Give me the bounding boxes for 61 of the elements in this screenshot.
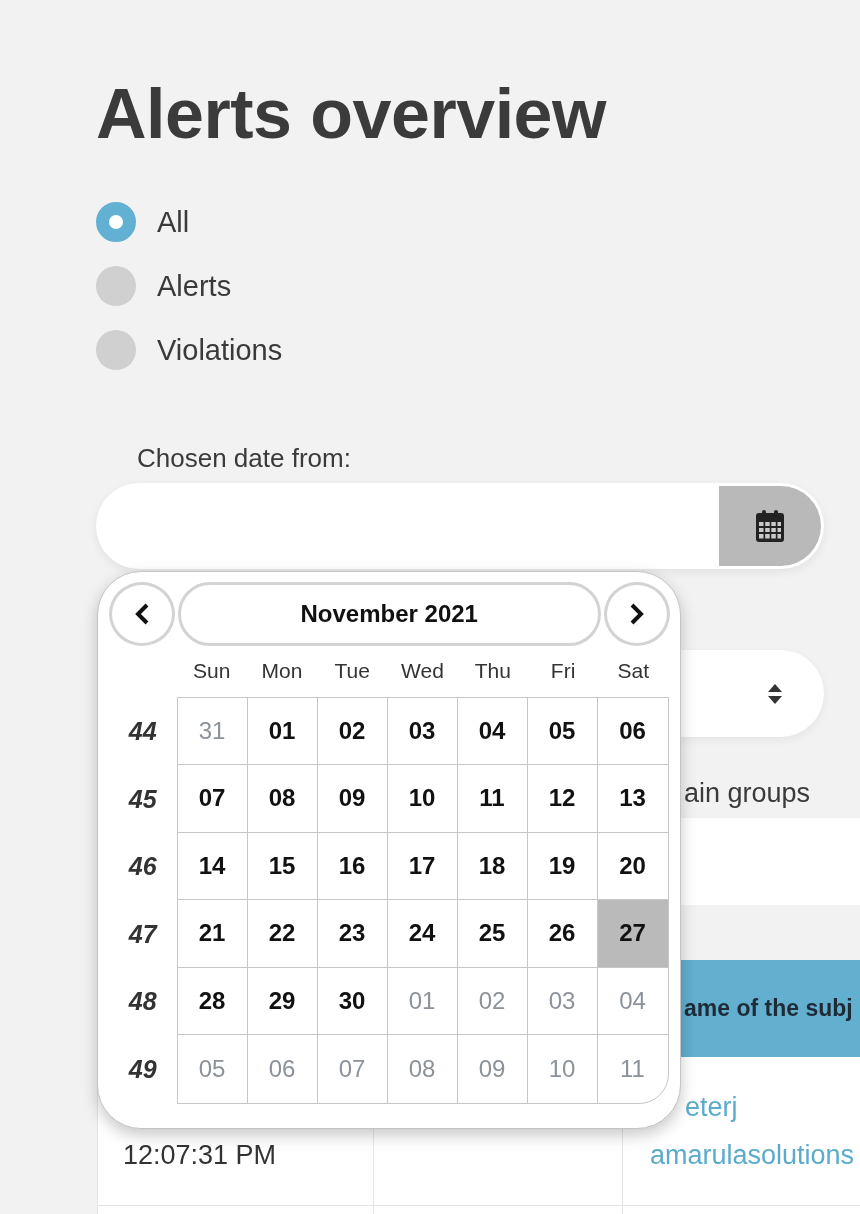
- day-cell[interactable]: 29: [247, 967, 318, 1035]
- week-number: 45: [128, 784, 157, 814]
- day-cell[interactable]: 04: [457, 697, 528, 765]
- weekday-label: Wed: [401, 659, 444, 683]
- select-field[interactable]: [678, 650, 824, 737]
- day-cell[interactable]: 05: [527, 697, 598, 765]
- day-cell[interactable]: 06: [597, 697, 668, 765]
- day-cell[interactable]: 28: [177, 967, 248, 1035]
- radio-option[interactable]: Alerts: [96, 266, 232, 306]
- day-cell[interactable]: 15: [247, 832, 318, 900]
- day-cell[interactable]: 17: [387, 832, 458, 900]
- weekday-label: Fri: [550, 659, 576, 683]
- day-cell[interactable]: 01: [247, 697, 318, 765]
- day-cell[interactable]: 30: [317, 967, 388, 1035]
- day-cell[interactable]: 27: [597, 900, 668, 968]
- day-cell[interactable]: 25: [457, 900, 528, 968]
- day-cell[interactable]: 12: [527, 765, 598, 833]
- day-cell[interactable]: 21: [177, 900, 248, 968]
- day-cell[interactable]: 07: [177, 765, 248, 833]
- week-number: 49: [128, 1054, 157, 1084]
- day-cell[interactable]: 14: [177, 832, 248, 900]
- day-cell[interactable]: 09: [317, 765, 388, 833]
- radio-icon[interactable]: [96, 202, 136, 242]
- sort-icon: [768, 683, 782, 704]
- day-cell[interactable]: 23: [317, 900, 388, 968]
- day-cell[interactable]: 24: [387, 900, 458, 968]
- day-cell[interactable]: 16: [317, 832, 388, 900]
- calendar-button[interactable]: [719, 486, 821, 566]
- field-label: Chosen date from:: [137, 442, 351, 474]
- column-header: ame of the subj: [684, 995, 853, 1022]
- weekday-label: Sat: [617, 659, 650, 683]
- radio-option[interactable]: All: [96, 202, 190, 242]
- week-number: 44: [128, 717, 157, 747]
- day-cell[interactable]: 26: [527, 900, 598, 968]
- day-cell[interactable]: 19: [527, 832, 598, 900]
- day-cell[interactable]: 03: [387, 697, 458, 765]
- chevron-left-icon: [135, 602, 149, 625]
- week-number: 47: [128, 919, 157, 949]
- day-cell[interactable]: 18: [457, 832, 528, 900]
- weekday-label: Thu: [474, 659, 511, 683]
- field-label: ain groups: [684, 778, 811, 808]
- radio-option[interactable]: Violations: [96, 330, 283, 370]
- day-cell[interactable]: 02: [317, 697, 388, 765]
- day-cell[interactable]: 22: [247, 900, 318, 968]
- week-number: 46: [128, 852, 157, 882]
- month-button[interactable]: November 2021: [178, 581, 601, 646]
- timestamp: 12:07:31 PM: [123, 1140, 277, 1170]
- weekday-label: Tue: [334, 659, 370, 683]
- day-cell[interactable]: 13: [597, 765, 668, 833]
- day-cell[interactable]: 11: [457, 765, 528, 833]
- day-cell[interactable]: 08: [247, 765, 318, 833]
- day-cell[interactable]: 10: [387, 765, 458, 833]
- radio-icon[interactable]: [96, 266, 136, 306]
- input-field[interactable]: [678, 818, 860, 905]
- weekday-label: Sun: [192, 659, 231, 683]
- calendar-icon: [756, 510, 784, 542]
- week-number: 48: [128, 987, 157, 1017]
- radio-icon[interactable]: [96, 330, 136, 370]
- weekday-label: Mon: [261, 659, 303, 683]
- page-title: Alerts overview: [96, 79, 606, 149]
- chevron-right-icon: [629, 602, 644, 625]
